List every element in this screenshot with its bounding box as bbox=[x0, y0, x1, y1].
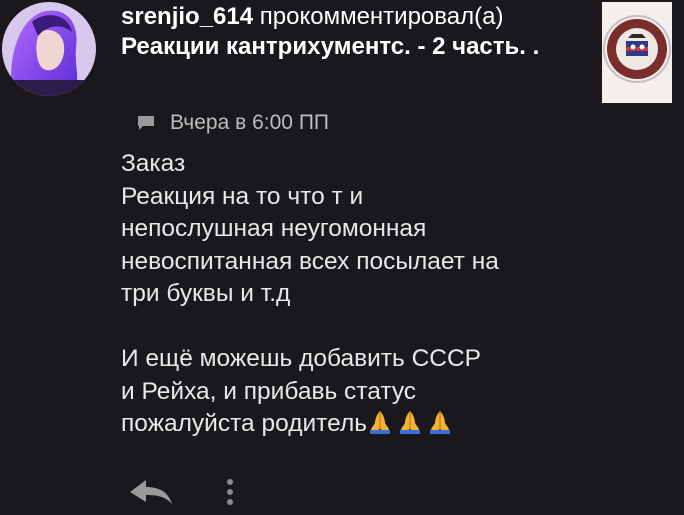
comment-header: srenjio_614 прокомментировал(а) Реакции … bbox=[121, 2, 591, 62]
comment-actions bbox=[126, 474, 236, 510]
body-line: три буквы и т.д bbox=[121, 280, 291, 307]
username-link[interactable]: srenjio_614 bbox=[121, 3, 253, 30]
praying-hands-icon bbox=[367, 409, 393, 435]
body-line-text: пожалуйста родитель bbox=[121, 410, 368, 437]
post-title-link[interactable]: Реакции кантрихументс. - 2 часть. . bbox=[121, 33, 539, 60]
body-line-blank bbox=[121, 311, 671, 344]
body-line: И ещё можешь добавить СССР bbox=[121, 345, 481, 372]
comment-body: Заказ Реакция на то что т и непослушная … bbox=[121, 148, 671, 441]
action-text: прокомментировал(а) bbox=[259, 3, 504, 30]
body-line: Реакция на то что т и bbox=[121, 182, 364, 210]
body-line: Заказ bbox=[121, 150, 186, 177]
body-line: невоспитанная всех посылает на bbox=[121, 247, 499, 275]
praying-hands-icon bbox=[427, 409, 453, 435]
post-thumbnail[interactable] bbox=[602, 2, 672, 103]
timestamp: Вчера в 6:00 ПП bbox=[170, 111, 330, 134]
more-vertical-icon[interactable] bbox=[224, 474, 236, 510]
praying-hands-icon bbox=[397, 409, 423, 435]
comment-meta: Вчера в 6:00 ПП bbox=[136, 110, 329, 136]
reply-icon[interactable] bbox=[126, 474, 176, 510]
body-line: непослушная неугомонная bbox=[121, 215, 427, 242]
comment-icon bbox=[136, 113, 156, 133]
body-line-last: пожалуйста родитель bbox=[121, 408, 671, 441]
user-avatar[interactable] bbox=[2, 2, 96, 96]
body-line: и Рейха, и прибавь статус bbox=[121, 377, 417, 405]
